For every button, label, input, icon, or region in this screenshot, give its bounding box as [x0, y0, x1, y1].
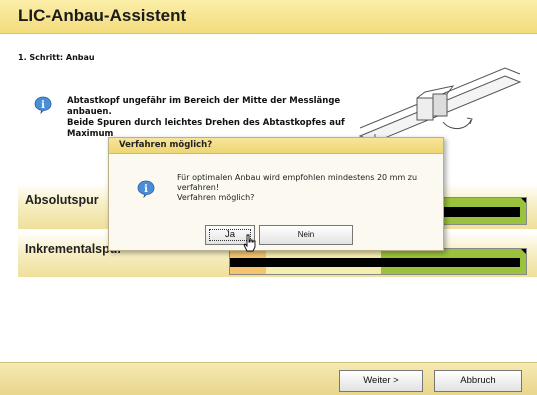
dialog-title: Verfahren möglich?	[119, 140, 213, 150]
instruction-line: Beide Spuren durch leichtes Drehen des A…	[67, 118, 345, 128]
window-title: LIC-Anbau-Assistent	[18, 6, 187, 25]
footer-bar: Weiter > Abbruch	[0, 362, 537, 395]
dialog-message-line: verfahren!	[177, 183, 220, 192]
bar-corner-marker	[521, 249, 526, 254]
confirm-dialog: Verfahren möglich? i Für optimalen Anbau…	[108, 137, 444, 251]
instruction-line: Abtastkopf ungefähr im Bereich der Mitte…	[67, 96, 341, 106]
signal-level-bar	[230, 257, 521, 268]
instruction-text: Abtastkopf ungefähr im Bereich der Mitte…	[67, 96, 367, 140]
bar-corner-marker	[521, 198, 526, 203]
cancel-button[interactable]: Abbruch	[434, 370, 522, 392]
info-icon: i	[137, 180, 155, 198]
dialog-title-bar: Verfahren möglich?	[109, 138, 443, 154]
no-button[interactable]: Nein	[259, 225, 353, 245]
incremental-track-bar	[229, 248, 527, 275]
step-label: 1. Schritt: Anbau	[18, 53, 95, 62]
dialog-message-line: Für optimalen Anbau wird empfohlen minde…	[177, 173, 418, 182]
next-button[interactable]: Weiter >	[339, 370, 423, 392]
svg-text:i: i	[144, 184, 148, 195]
instruction-line: anbauen.	[67, 107, 112, 117]
hand-pointer-icon	[243, 234, 256, 252]
mounting-illustration	[358, 67, 522, 143]
dialog-message: Für optimalen Anbau wird empfohlen minde…	[177, 173, 439, 203]
title-bar: LIC-Anbau-Assistent	[0, 0, 537, 34]
svg-text:i: i	[41, 100, 45, 111]
absolute-track-label: Absolutspur	[25, 193, 99, 207]
dialog-message-line: Verfahren möglich?	[177, 193, 255, 202]
info-icon: i	[34, 96, 52, 114]
